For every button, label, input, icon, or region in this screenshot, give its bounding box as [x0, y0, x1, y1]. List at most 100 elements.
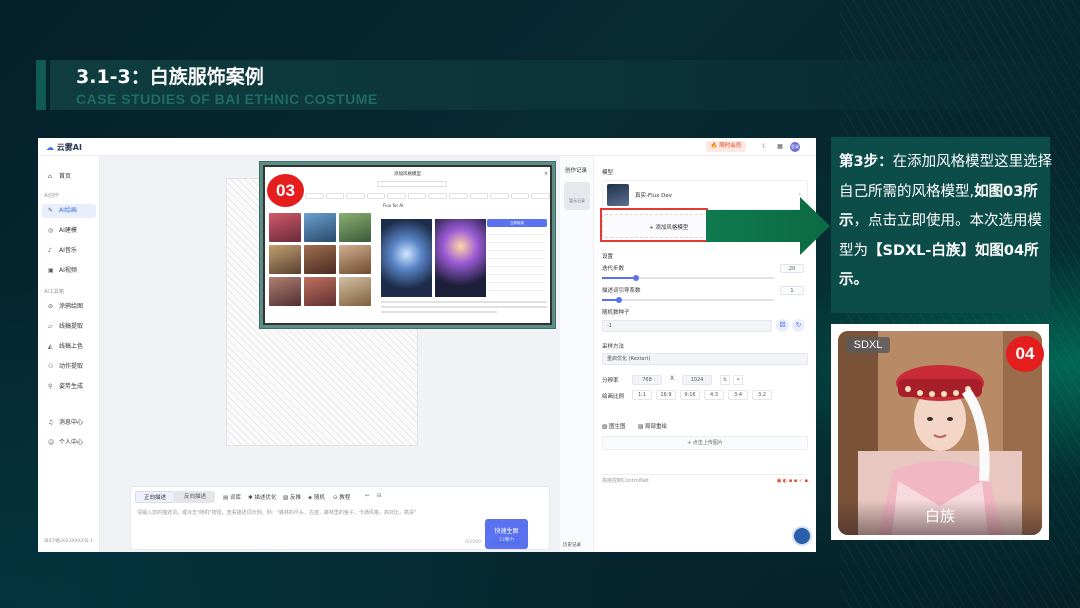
refresh-icon[interactable]: ↻: [792, 319, 805, 332]
model-thumb[interactable]: [339, 213, 371, 242]
char-count: 0/1000: [465, 540, 481, 545]
cfg-label: 描述词引导系数: [602, 288, 641, 294]
model-thumb[interactable]: [269, 277, 301, 306]
sidebar-item-home[interactable]: ⌂ 首页: [42, 170, 96, 184]
nav-label: AI音乐: [59, 247, 77, 254]
ratio-1-1[interactable]: 1:1: [632, 390, 652, 400]
cfg-slider[interactable]: [602, 297, 774, 303]
nav-label: AI建模: [59, 227, 77, 234]
sidebar-section-ai: AI创作: [44, 193, 59, 199]
sampler-select[interactable]: 重启优化 (Restart): [602, 353, 808, 365]
info-row: [487, 263, 547, 267]
controlnet-bar[interactable]: 高级控制ControlNet ▣ ◐ ▪ ▪ ✓ ▪: [602, 474, 808, 486]
optimize-button[interactable]: ✱ 描述优化: [248, 493, 276, 501]
sidebar-item-ai-modeling[interactable]: ◎ AI建模: [42, 224, 96, 238]
info-row: [487, 239, 547, 243]
ratio-3-4[interactable]: 3:4: [728, 390, 748, 400]
tutorial-button[interactable]: ⊙ 教程: [333, 493, 350, 501]
model-thumb[interactable]: [269, 245, 301, 274]
height-input[interactable]: 1024: [682, 375, 712, 385]
grid-icon[interactable]: ▦: [775, 142, 785, 152]
close-icon[interactable]: ×: [544, 171, 548, 177]
cfg-value[interactable]: 1: [780, 286, 804, 295]
nav-label: 消息中心: [59, 419, 84, 426]
model-label: 模型: [602, 170, 614, 176]
slider-knob[interactable]: [633, 275, 640, 281]
tab-reverse-prompt[interactable]: 反向描述: [175, 491, 215, 503]
sidebar-item-lineart[interactable]: ▱ 线稿提取: [42, 320, 96, 334]
pointer-arrow: [706, 197, 830, 255]
use-now-button[interactable]: 立即使用: [487, 219, 547, 227]
sidebar-item-ai-music[interactable]: ♪ AI音乐: [42, 244, 96, 258]
nav-label: 线稿上色: [59, 343, 84, 350]
popup-thumb-grid: [269, 213, 373, 306]
dice-icon[interactable]: ⚄: [776, 319, 789, 332]
sidebar-item-ai-video[interactable]: ▣ AI视频: [42, 264, 96, 278]
popup-tag[interactable]: [510, 193, 530, 199]
model-thumb[interactable]: [339, 277, 371, 306]
desc-line: [381, 301, 547, 303]
popup-tag[interactable]: [490, 193, 509, 199]
popup-tag[interactable]: [366, 193, 386, 199]
clear-icon[interactable]: ⊟: [377, 493, 382, 499]
tab-inpaint[interactable]: ▨ 局部重绘: [638, 422, 667, 430]
avatar[interactable]: 登录: [790, 142, 800, 152]
random-button[interactable]: ◈ 随机: [308, 493, 325, 501]
sdxl-tag: SDXL: [846, 337, 890, 353]
steps-value[interactable]: 20: [780, 264, 804, 273]
popup-tag[interactable]: [387, 193, 406, 199]
undo-icon[interactable]: ↩: [365, 493, 370, 499]
popup-tag[interactable]: [469, 193, 489, 199]
popup-search[interactable]: [377, 181, 447, 187]
model-thumb[interactable]: [304, 213, 336, 242]
sidebar-item-doodle[interactable]: ⊘ 涂鸦绘图: [42, 300, 96, 314]
nav-label: 首页: [59, 173, 72, 180]
moon-icon[interactable]: ☾: [760, 142, 770, 152]
sidebar-item-ai-painting[interactable]: ✎ AI绘画: [42, 204, 96, 218]
ratio-4-3[interactable]: 4:3: [704, 390, 724, 400]
popup-model-name: Flux for AI: [383, 203, 404, 208]
tool-label: 随机: [313, 495, 325, 501]
seed-input[interactable]: -1: [602, 320, 772, 332]
history-footer[interactable]: 历史记录: [563, 542, 581, 548]
popup-tag[interactable]: [407, 193, 427, 199]
sidebar-item-colorize[interactable]: ◭ 线稿上色: [42, 340, 96, 354]
model-thumb[interactable]: [304, 277, 336, 306]
model-thumb[interactable]: [304, 245, 336, 274]
tab-img2img[interactable]: ▧ 图生图: [602, 422, 625, 430]
sidebar-item-motion[interactable]: ⚇ 动作提取: [42, 360, 96, 374]
vip-badge[interactable]: 🔥 限时会员: [706, 141, 746, 152]
prompt-input[interactable]: 请输入您的描述词，或点击"随机"按钮，查看描述词示例。例："森林的尽头，古迹，森…: [137, 509, 467, 516]
sidebar-item-pose[interactable]: ⚲ 姿势生成: [42, 380, 96, 394]
popup-tag[interactable]: [428, 193, 448, 199]
ratio-16-9[interactable]: 16:9: [656, 390, 676, 400]
link-icon[interactable]: ⚭: [733, 375, 743, 385]
sidebar-item-profile[interactable]: ☺ 个人中心: [42, 436, 96, 450]
slide-title: 3.1-3：白族服饰案例: [76, 66, 264, 88]
steps-label: 迭代步数: [602, 266, 625, 272]
step-label: 第3步：: [839, 154, 893, 170]
ratio-9-16[interactable]: 9:16: [680, 390, 700, 400]
popup-tag[interactable]: [346, 193, 365, 199]
tab-forward-prompt[interactable]: 正向描述: [135, 491, 175, 503]
width-input[interactable]: 768: [632, 375, 662, 385]
sidebar-item-messages[interactable]: ♫ 消息中心: [42, 416, 96, 430]
assistant-icon[interactable]: [792, 526, 812, 546]
reverse-infer-button[interactable]: ▧ 反推: [283, 493, 301, 501]
upload-image-button[interactable]: + 点击上传图片: [602, 436, 808, 450]
model-thumb[interactable]: [269, 213, 301, 242]
app-logo[interactable]: ☁ 云雾AI: [46, 142, 82, 153]
popup-tag[interactable]: [449, 193, 468, 199]
ratio-3-2[interactable]: 3:2: [752, 390, 772, 400]
steps-slider[interactable]: [602, 275, 774, 281]
video-icon: ▣: [48, 267, 54, 274]
history-thumb[interactable]: 暂无记录: [564, 182, 590, 210]
popup-tag[interactable]: [531, 193, 550, 199]
slider-knob[interactable]: [616, 297, 623, 303]
popup-tag[interactable]: [325, 193, 345, 199]
model-thumb[interactable]: [339, 245, 371, 274]
popup-tag[interactable]: [305, 193, 324, 199]
lexicon-button[interactable]: ▤ 词库: [223, 493, 241, 501]
tool-icons[interactable]: ▣ ◐ ▪ ▪ ✓ ▪: [777, 475, 808, 487]
swap-icon[interactable]: ⇅: [720, 375, 730, 385]
